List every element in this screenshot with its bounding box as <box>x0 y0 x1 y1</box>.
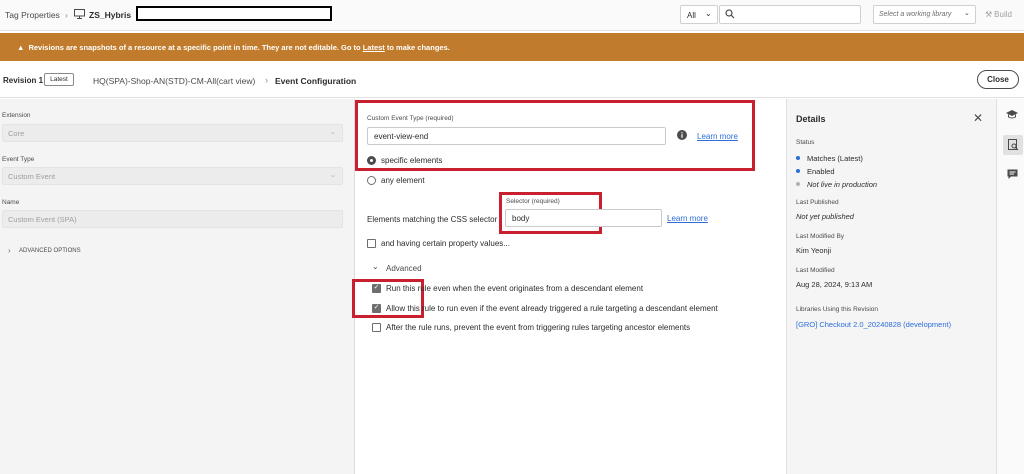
library-link[interactable]: [GRO] Checkout 2.0_20240828 (development… <box>796 320 951 329</box>
revision-banner: ▲ Revisions are snapshots of a resource a… <box>0 33 1024 61</box>
learn-more-link-event[interactable]: Learn more <box>697 132 738 141</box>
status-not-live: Not live in production <box>807 180 878 189</box>
search-icon <box>725 9 735 21</box>
banner-text: Revisions are snapshots of a resource at… <box>28 43 363 52</box>
graduation-cap-icon[interactable] <box>1006 110 1018 122</box>
property-values-label: and having certain property values... <box>381 239 510 248</box>
descendant-triggered-label: Allow this rule to run even if the event… <box>386 304 718 313</box>
status-dot-not-live <box>796 182 800 186</box>
latest-link[interactable]: Latest <box>363 43 385 52</box>
close-details-icon[interactable]: ✕ <box>973 111 983 125</box>
descendant-triggered-checkbox[interactable]: ✓ <box>372 304 381 313</box>
advanced-section-toggle[interactable]: Advanced <box>386 264 422 273</box>
close-button[interactable]: Close <box>977 70 1019 89</box>
radio-specific-elements-label: specific elements <box>381 156 443 165</box>
event-type-value: Custom Event <box>8 172 56 181</box>
warning-icon: ▲ <box>17 43 25 52</box>
libraries-label: Libraries Using this Revision <box>796 306 879 313</box>
details-title: Details <box>796 114 826 124</box>
document-search-icon <box>1008 139 1019 153</box>
extension-value: Core <box>8 129 25 138</box>
learn-more-link-selector[interactable]: Learn more <box>667 214 708 223</box>
last-published-label: Last Published <box>796 199 839 206</box>
last-modified-by-label: Last Modified By <box>796 233 845 240</box>
chevron-down-icon: ⌄ <box>329 170 336 179</box>
custom-event-type-label: Custom Event Type (required) <box>367 115 454 122</box>
last-modified-by-value: Kim Yeonji <box>796 246 832 255</box>
breadcrumb-tag-properties[interactable]: Tag Properties <box>5 10 60 20</box>
name-label: Name <box>2 199 20 206</box>
radio-any-element-label: any element <box>381 176 425 185</box>
selector-input[interactable]: body <box>505 209 662 227</box>
status-dot-matches <box>796 156 800 160</box>
chevron-right-icon[interactable]: › <box>8 246 11 255</box>
radio-specific-elements[interactable] <box>367 156 376 165</box>
rule-name-breadcrumb[interactable]: HQ(SPA)-Shop-AN(STD)-CM-All(cart view) <box>93 76 255 86</box>
chevron-down-icon: ⌄ <box>705 9 712 18</box>
search-input[interactable] <box>719 5 861 24</box>
event-type-label: Event Type <box>2 156 35 163</box>
latest-badge: Latest <box>44 73 74 86</box>
hammer-icon: ⚒ <box>985 10 993 19</box>
descendant-origin-label: Run this rule even when the event origin… <box>386 284 644 293</box>
banner-text-end: to make changes. <box>384 43 450 52</box>
chevron-right-icon: › <box>265 75 268 85</box>
prevent-ancestor-checkbox[interactable] <box>372 323 381 332</box>
info-icon[interactable] <box>677 130 687 142</box>
filter-select[interactable]: All ⌄ <box>680 5 718 24</box>
working-library-placeholder: Select a working library <box>879 11 952 18</box>
prevent-ancestor-label: After the rule runs, prevent the event f… <box>386 323 691 332</box>
left-panel <box>0 99 355 474</box>
name-value: Custom Event (SPA) <box>8 215 77 224</box>
build-button-label: Build <box>994 10 1012 19</box>
descendant-origin-checkbox[interactable]: ✓ <box>372 284 381 293</box>
redaction-box <box>136 6 332 21</box>
chevron-down-icon[interactable]: ⌄ <box>372 262 379 271</box>
extension-select: Core ⌄ <box>2 124 343 142</box>
last-modified-value: Aug 28, 2024, 9:13 AM <box>796 280 873 289</box>
status-matches: Matches (Latest) <box>807 154 863 163</box>
build-button[interactable]: ⚒ Build <box>980 5 1020 24</box>
property-values-checkbox[interactable] <box>367 239 376 248</box>
right-rail <box>996 99 1024 474</box>
last-modified-label: Last Modified <box>796 267 835 274</box>
comment-icon[interactable] <box>1007 169 1018 182</box>
radio-any-element[interactable] <box>367 176 376 185</box>
last-published-value: Not yet published <box>796 212 854 221</box>
chevron-right-icon: › <box>65 10 68 20</box>
advanced-options-toggle[interactable]: ADVANCED OPTIONS <box>19 248 81 254</box>
status-label: Status <box>796 139 815 146</box>
filter-select-value: All <box>687 11 696 20</box>
page-title: Event Configuration <box>275 76 357 86</box>
chevron-down-icon: ⌄ <box>964 10 970 17</box>
name-field: Custom Event (SPA) <box>2 210 343 228</box>
selector-label: Selector (required) <box>506 198 560 205</box>
chevron-down-icon: ⌄ <box>329 127 336 136</box>
event-type-select: Custom Event ⌄ <box>2 167 343 185</box>
working-library-select[interactable]: Select a working library ⌄ <box>873 5 976 24</box>
status-dot-enabled <box>796 169 800 173</box>
revision-label: Revision 1 <box>3 76 44 85</box>
custom-event-type-input[interactable]: event-view-end <box>367 127 666 145</box>
details-rail-button[interactable] <box>1003 135 1023 155</box>
elements-matching-label: Elements matching the CSS selector <box>367 215 498 224</box>
property-name[interactable]: ZS_Hybris <box>89 10 131 20</box>
extension-label: Extension <box>2 112 31 119</box>
monitor-icon <box>74 9 85 21</box>
status-enabled: Enabled <box>807 167 835 176</box>
